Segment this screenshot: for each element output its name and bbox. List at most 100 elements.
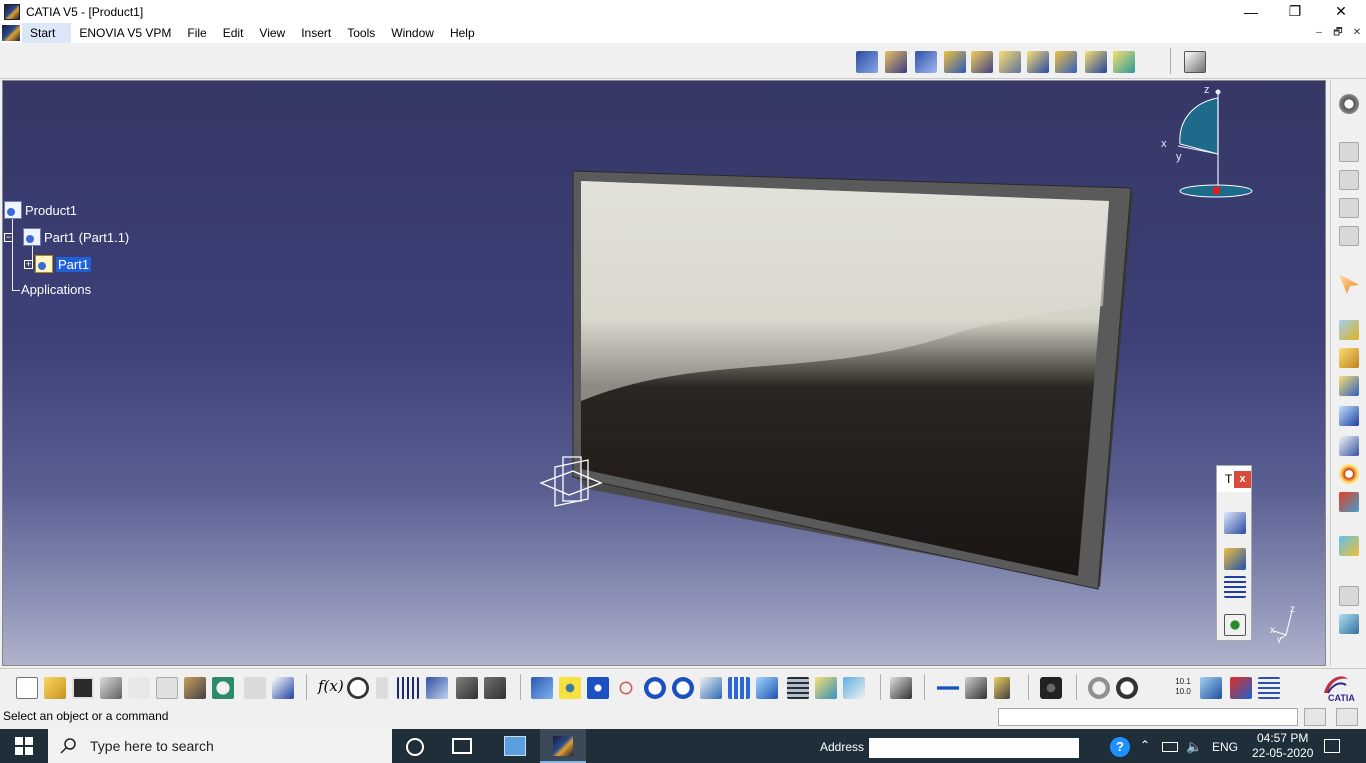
select-arrow-icon[interactable] xyxy=(1339,274,1359,294)
document-minimize-button[interactable]: – xyxy=(1310,26,1328,40)
pad-icon[interactable] xyxy=(1339,320,1359,340)
table-icon[interactable] xyxy=(397,677,419,699)
normal-view-icon[interactable] xyxy=(944,51,966,73)
redo-icon[interactable] xyxy=(244,677,266,699)
minimize-button[interactable]: — xyxy=(1228,0,1274,23)
tree-node-applications[interactable]: Applications xyxy=(21,282,91,297)
address-input[interactable] xyxy=(869,738,1079,758)
system-clock[interactable]: 04:57 PM 22-05-2020 xyxy=(1252,731,1313,761)
law-icon[interactable] xyxy=(484,677,506,699)
whats-this-icon[interactable] xyxy=(272,677,294,699)
menu-view[interactable]: View xyxy=(251,23,293,43)
menu-edit[interactable]: Edit xyxy=(215,23,252,43)
target-icon[interactable] xyxy=(1339,464,1359,484)
material-icon[interactable] xyxy=(1113,51,1135,73)
constraint-icon[interactable] xyxy=(1339,170,1359,190)
axis-system-icon[interactable] xyxy=(1144,677,1166,699)
menu-insert[interactable]: Insert xyxy=(293,23,339,43)
constraint-icon[interactable] xyxy=(1230,677,1252,699)
paste-icon[interactable] xyxy=(184,677,206,699)
close-button[interactable]: ✕ xyxy=(1318,0,1364,23)
volume-icon[interactable]: 🔈 xyxy=(1186,739,1202,755)
hide-show-icon[interactable] xyxy=(1055,51,1077,73)
catia-menu-icon[interactable] xyxy=(2,25,20,41)
zoom-in-icon[interactable] xyxy=(644,677,666,699)
list-icon[interactable] xyxy=(1258,677,1280,699)
sketcher-icon[interactable] xyxy=(1184,51,1206,73)
menu-enovia[interactable]: ENOVIA V5 VPM xyxy=(71,23,179,43)
create-view-icon[interactable] xyxy=(971,51,993,73)
pan-icon[interactable] xyxy=(587,677,609,699)
knowledge-advisor-icon[interactable] xyxy=(347,677,369,699)
isometric-view-icon[interactable] xyxy=(756,677,778,699)
floating-toolbar[interactable]: T x xyxy=(1216,465,1252,641)
save-icon[interactable] xyxy=(72,677,94,699)
gear-icon[interactable] xyxy=(1339,94,1359,114)
floating-toolbar-close-button[interactable]: x xyxy=(1234,471,1251,488)
fit-all-icon[interactable] xyxy=(856,51,878,73)
hide-show-icon[interactable] xyxy=(815,677,837,699)
multi-view-icon[interactable] xyxy=(915,51,937,73)
windows-start-button[interactable] xyxy=(0,729,48,763)
boolean-icon[interactable] xyxy=(1339,586,1359,606)
snap-grid-icon[interactable]: 10.1 10.0 xyxy=(1172,677,1194,699)
command-input[interactable] xyxy=(998,708,1298,726)
menu-start[interactable]: Start xyxy=(22,23,72,43)
hide-icon[interactable] xyxy=(376,677,388,699)
lock-icon[interactable] xyxy=(456,677,478,699)
menu-window[interactable]: Window xyxy=(383,23,442,43)
battery-icon[interactable] xyxy=(1162,742,1178,752)
surface-icon[interactable] xyxy=(1339,536,1359,556)
copy-icon[interactable] xyxy=(156,677,178,699)
pocket-icon[interactable] xyxy=(1339,348,1359,368)
multi-view-icon[interactable] xyxy=(728,677,750,699)
notification-icon[interactable] xyxy=(1324,739,1340,753)
zoom-icon[interactable] xyxy=(1224,614,1246,636)
document-close-button[interactable]: ✕ xyxy=(1348,26,1366,40)
swap-visible-icon[interactable] xyxy=(1085,51,1107,73)
taskbar-search-box[interactable]: Type here to search xyxy=(48,729,392,763)
grid-icon[interactable] xyxy=(1224,576,1246,598)
normal-view-icon[interactable] xyxy=(700,677,722,699)
status-bar-button[interactable] xyxy=(1336,708,1358,726)
chevron-up-icon[interactable]: ⌃ xyxy=(1140,738,1150,752)
dress-up-icon[interactable] xyxy=(1339,492,1359,512)
undo-icon[interactable] xyxy=(212,677,234,699)
transform-icon[interactable] xyxy=(1339,614,1359,634)
catia-taskbar-button[interactable] xyxy=(540,729,586,763)
formula-icon[interactable]: f(x) xyxy=(318,677,344,699)
constraint-icon[interactable] xyxy=(1339,198,1359,218)
shading-edges-icon[interactable] xyxy=(1027,51,1049,73)
wireframe-icon[interactable] xyxy=(787,677,809,699)
collapse-icon[interactable]: − xyxy=(4,232,13,242)
print-icon[interactable] xyxy=(100,677,122,699)
constraint-icon[interactable] xyxy=(1339,226,1359,246)
annotation-icon[interactable] xyxy=(1224,512,1246,534)
catalog-browser-icon[interactable] xyxy=(890,677,912,699)
hole-icon[interactable] xyxy=(1339,406,1359,426)
camera-icon[interactable] xyxy=(1040,677,1062,699)
menu-file[interactable]: File xyxy=(179,23,214,43)
3d-compass[interactable]: z x y xyxy=(1160,84,1260,207)
restore-button[interactable]: ❐ xyxy=(1272,0,1318,23)
new-document-icon[interactable] xyxy=(16,677,38,699)
tree-node-product1[interactable]: Product1 xyxy=(4,201,77,219)
measure-between-icon[interactable] xyxy=(937,677,959,699)
help-icon[interactable]: ? xyxy=(1110,737,1130,757)
task-view-icon[interactable] xyxy=(452,738,472,754)
open-folder-icon[interactable] xyxy=(44,677,66,699)
menu-tools[interactable]: Tools xyxy=(339,23,383,43)
tree-node-part1-instance[interactable]: − Part1 (Part1.1) xyxy=(4,228,129,246)
menu-help[interactable]: Help xyxy=(442,23,483,43)
swap-visible-space-icon[interactable] xyxy=(843,677,865,699)
hand-pan-icon[interactable] xyxy=(1116,677,1138,699)
document-restore-button[interactable]: 🗗 xyxy=(1329,26,1347,40)
tree-node-part1[interactable]: + Part1 xyxy=(24,255,92,273)
shaft-icon[interactable] xyxy=(1339,376,1359,396)
measure-inertia-icon[interactable] xyxy=(994,677,1010,699)
cortana-icon[interactable] xyxy=(406,738,424,756)
shading-icon[interactable] xyxy=(999,51,1021,73)
floating-toolbar-header[interactable]: T x xyxy=(1217,466,1251,492)
cut-icon[interactable] xyxy=(128,677,150,699)
constraint-icon[interactable] xyxy=(1339,142,1359,162)
